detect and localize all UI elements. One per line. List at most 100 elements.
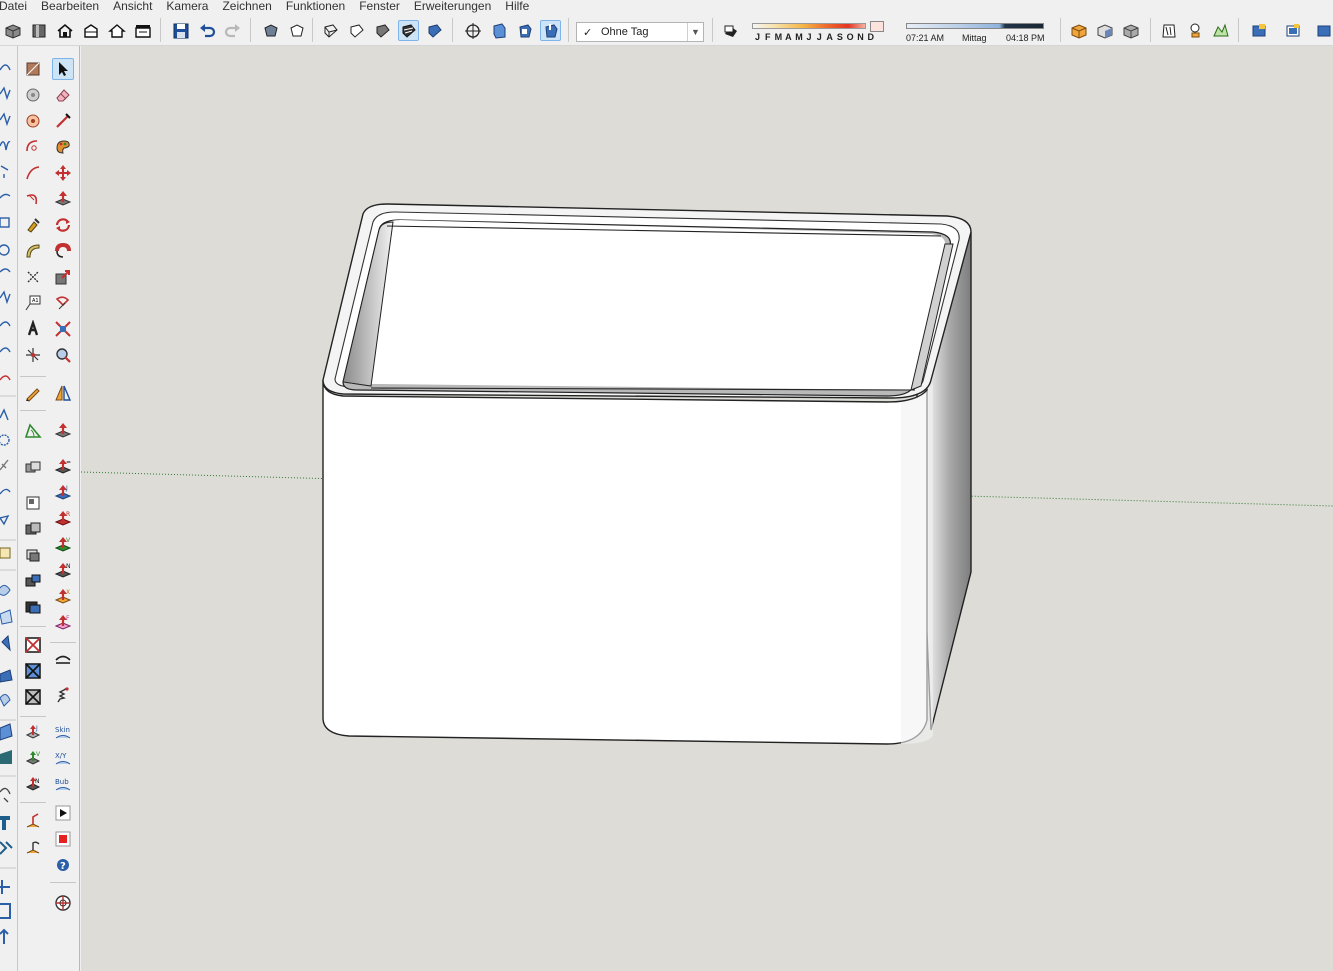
circle-tool-icon[interactable] — [22, 84, 44, 106]
protractor-icon[interactable] — [22, 240, 44, 262]
front-view-icon[interactable] — [514, 20, 535, 41]
pencil-line-icon[interactable] — [22, 382, 44, 404]
scale-tool-icon[interactable] — [52, 266, 74, 288]
make-component-icon[interactable] — [22, 518, 44, 540]
menu-ansicht[interactable]: Ansicht — [106, 0, 159, 12]
3d-warehouse-icon[interactable] — [2, 20, 23, 41]
pie-tool-icon[interactable] — [22, 188, 44, 210]
bubble-tool-icon[interactable]: Bub — [52, 774, 74, 796]
shadow-time-slider[interactable]: 07:21 AM Mittag 04:18 PM — [906, 21, 1046, 43]
solid-subtract-icon[interactable] — [1094, 20, 1115, 41]
solid-union-icon[interactable] — [1068, 20, 1089, 41]
joint-push-pull-follow-icon[interactable]: F — [52, 612, 74, 634]
joint-push-pull-j-icon[interactable]: J — [22, 722, 44, 744]
layout-icon[interactable] — [80, 20, 101, 41]
round-corner-icon[interactable] — [52, 648, 74, 670]
hidden-line-style-icon[interactable] — [346, 20, 367, 41]
menu-kamera[interactable]: Kamera — [159, 0, 215, 12]
scene-export-icon[interactable] — [1282, 20, 1303, 41]
shadows-toggle-icon[interactable] — [720, 20, 741, 41]
shadow-month-thumb[interactable] — [870, 21, 884, 32]
joint-push-pull-equal-icon[interactable]: = — [52, 456, 74, 478]
menu-zeichnen[interactable]: Zeichnen — [215, 0, 278, 12]
joint-push-pull-normal-icon[interactable]: N — [52, 560, 74, 582]
joint-push-pull-green-icon[interactable]: V — [52, 534, 74, 556]
menu-datei[interactable]: Datei — [0, 0, 34, 12]
curviloft-spline-icon[interactable] — [22, 836, 44, 858]
rotate-tool-icon[interactable] — [52, 214, 74, 236]
component-nested-icon[interactable] — [22, 596, 44, 618]
house-outline-icon[interactable] — [106, 20, 127, 41]
two-point-arc-icon[interactable] — [22, 162, 44, 184]
move-tool-icon[interactable] — [52, 162, 74, 184]
warehouse-building-icon[interactable] — [132, 20, 153, 41]
menu-bearbeiten[interactable]: Bearbeiten — [34, 0, 106, 12]
paint-bucket-icon[interactable] — [22, 214, 44, 236]
push-pull-icon[interactable] — [52, 188, 74, 210]
joint-push-pull-v-icon[interactable]: V — [22, 748, 44, 770]
skin-tool-icon[interactable]: Skin — [52, 722, 74, 744]
mirror-tool-icon[interactable] — [52, 382, 74, 404]
top-view-icon[interactable] — [540, 20, 561, 41]
geo-location-icon[interactable] — [52, 892, 74, 914]
box-model[interactable] — [322, 203, 972, 745]
shadow-date-slider[interactable]: J F M A M J J A S O N D — [750, 21, 890, 43]
xray-box-blue-icon[interactable] — [22, 660, 44, 682]
sandbox-smoove-icon[interactable] — [1158, 20, 1179, 41]
zoom-extents-icon[interactable] — [52, 318, 74, 340]
xray-box-gray-icon[interactable] — [22, 686, 44, 708]
scene-panel-icon[interactable] — [1313, 20, 1333, 41]
component-explode-icon[interactable] — [22, 570, 44, 592]
section-plane-icon[interactable] — [22, 344, 44, 366]
stop-icon[interactable] — [52, 828, 74, 850]
menu-funktionen[interactable]: Funktionen — [279, 0, 352, 12]
select-tool-icon[interactable] — [52, 58, 74, 80]
joint-push-pull-blue-icon[interactable]: J — [52, 482, 74, 504]
component-copy-icon[interactable] — [22, 544, 44, 566]
rectangle-tool-icon[interactable] — [22, 58, 44, 80]
joint-push-pull-extrude-icon[interactable]: X — [52, 586, 74, 608]
menu-erweiterungen[interactable]: Erweiterungen — [407, 0, 498, 12]
orbit-icon[interactable] — [462, 20, 483, 41]
play-icon[interactable] — [52, 802, 74, 824]
line-tool-icon[interactable] — [52, 110, 74, 132]
polygon-tool-icon[interactable] — [22, 110, 44, 132]
follow-me-icon[interactable] — [52, 240, 74, 262]
xray-face-icon[interactable] — [260, 20, 281, 41]
shadow-month-bar[interactable] — [752, 23, 866, 29]
component-outliner-icon[interactable] — [22, 492, 44, 514]
model-canvas[interactable] — [81, 46, 1333, 971]
3d-text-icon[interactable] — [22, 318, 44, 340]
redo-icon[interactable] — [222, 20, 243, 41]
eraser-icon[interactable] — [52, 84, 74, 106]
xy-tool-icon[interactable]: X/Y — [52, 748, 74, 770]
group-components-icon[interactable] — [22, 456, 44, 478]
sandbox-stamp-icon[interactable] — [1184, 20, 1205, 41]
spring-tool-icon[interactable] — [52, 684, 74, 706]
home-icon[interactable] — [54, 20, 75, 41]
tag-dropdown[interactable]: ✓ Ohne Tag ▼ — [576, 22, 704, 42]
shaded-texture-style-icon[interactable] — [398, 20, 419, 41]
arc-tool-icon[interactable] — [22, 136, 44, 158]
menu-hilfe[interactable]: Hilfe — [498, 0, 536, 12]
paint-icon[interactable] — [52, 136, 74, 158]
help-icon[interactable]: ? — [52, 854, 74, 876]
iso-view-icon[interactable] — [488, 20, 509, 41]
sandbox-terrain-icon[interactable] — [1210, 20, 1231, 41]
joint-push-pull-n-icon[interactable]: N — [22, 774, 44, 796]
curviloft-icon[interactable] — [22, 810, 44, 832]
offset-tool-icon[interactable] — [52, 292, 74, 314]
monochrome-style-icon[interactable] — [424, 20, 445, 41]
angle-dimension-icon[interactable] — [22, 420, 44, 442]
text-tool-icon[interactable]: A1 — [22, 292, 44, 314]
menu-fenster[interactable]: Fenster — [352, 0, 407, 12]
shaded-style-icon[interactable] — [372, 20, 393, 41]
solid-trim-icon[interactable] — [1120, 20, 1141, 41]
extension-warehouse-icon[interactable] — [28, 20, 49, 41]
back-edges-icon[interactable] — [286, 20, 307, 41]
save-icon[interactable] — [170, 20, 191, 41]
zoom-icon[interactable] — [52, 344, 74, 366]
scene-add-icon[interactable] — [1248, 20, 1269, 41]
shadow-time-bar[interactable] — [906, 23, 1044, 29]
partial-tool-icons[interactable] — [0, 46, 18, 971]
